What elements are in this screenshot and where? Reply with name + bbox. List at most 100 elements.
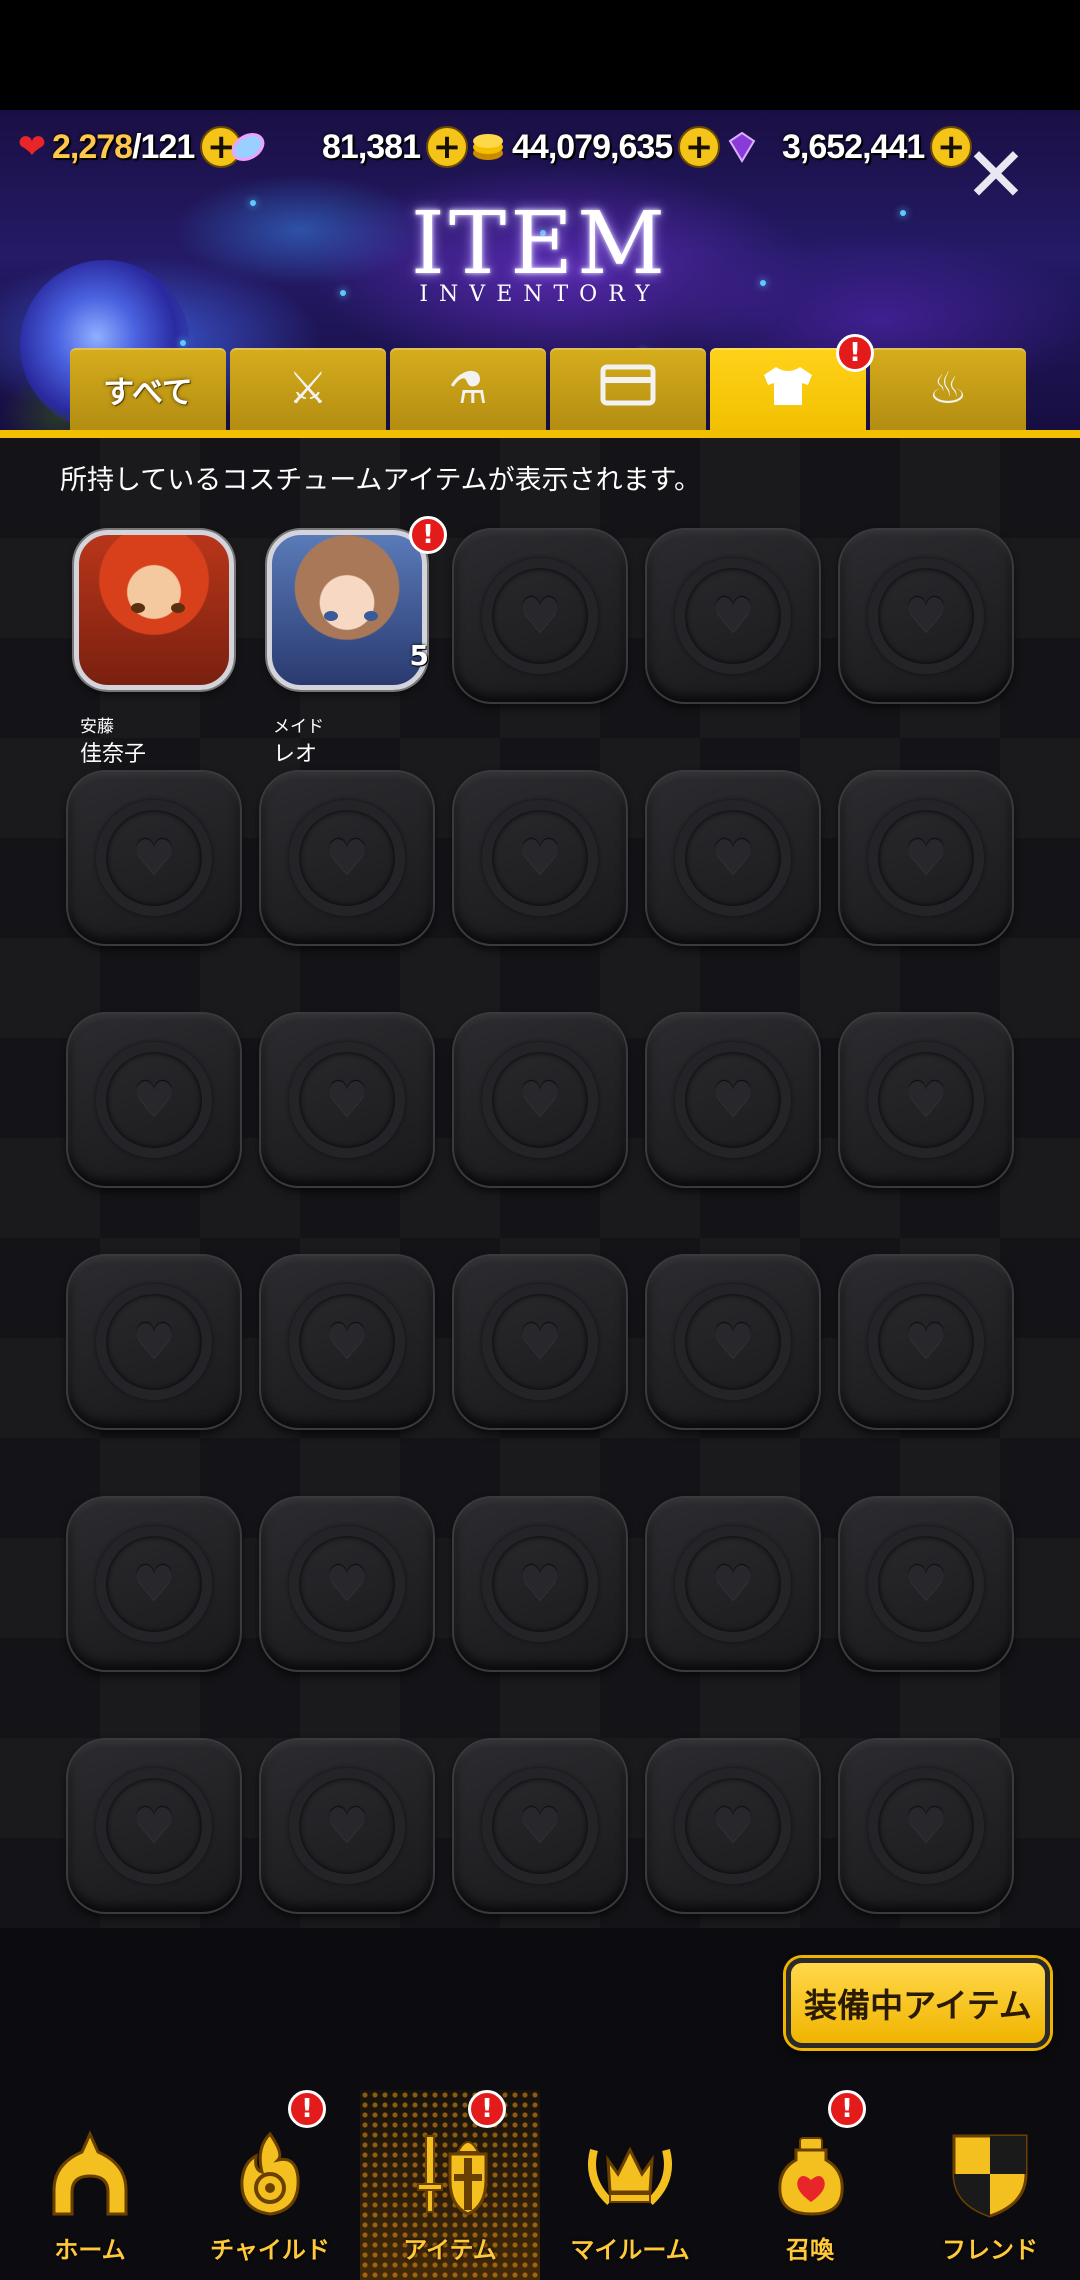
empty-slot-emblem: ♥ <box>96 1284 212 1400</box>
bottom-navigation: ホーム ! チャイルド ! アイテム マイルーム ! 召喚 フレンド <box>0 2090 1080 2280</box>
empty-slot-emblem: ♥ <box>675 1042 791 1158</box>
sparkle <box>760 280 766 286</box>
gold-value: 44,079,635 <box>512 127 673 166</box>
heart-emblem-icon: ♥ <box>132 1314 176 1370</box>
empty-slot-frame: ♥ <box>838 1012 1014 1188</box>
close-button[interactable]: ✕ <box>958 137 1034 216</box>
empty-slot-frame: ♥ <box>645 528 821 704</box>
nav-summon[interactable]: ! 召喚 <box>720 2090 900 2280</box>
heart-emblem-icon: ♥ <box>132 830 176 886</box>
empty-slot-frame: ♥ <box>66 1254 242 1430</box>
gold-counter: 44,079,635 + <box>468 124 721 170</box>
item-alert-badge: ! <box>409 516 447 554</box>
sparkle <box>180 340 186 346</box>
empty-slot-emblem: ♥ <box>289 1284 405 1400</box>
item-name-small: メイド <box>273 717 324 737</box>
heart-emblem-icon: ♥ <box>132 1798 176 1854</box>
add-crystal-button[interactable]: + <box>426 126 468 168</box>
empty-slot-frame: ♥ <box>452 528 628 704</box>
stamina-max: /121 <box>132 127 195 166</box>
item-slot-andou-kanako[interactable]: 安藤 佳奈子 <box>70 530 246 767</box>
nav-home[interactable]: ホーム <box>0 2090 180 2280</box>
tab-underline <box>0 430 1080 438</box>
empty-item-slot: ♥ <box>259 770 435 946</box>
empty-item-slot: ♥ <box>452 1254 628 1430</box>
gem-icon <box>722 127 762 167</box>
empty-item-slot: ♥ <box>645 1738 821 1914</box>
tab-consumables[interactable]: ⚗ <box>390 348 546 430</box>
empty-slot-emblem: ♥ <box>868 1042 984 1158</box>
empty-slot-frame: ♥ <box>66 770 242 946</box>
empty-slot-frame: ♥ <box>838 770 1014 946</box>
empty-slot-emblem: ♥ <box>482 1042 598 1158</box>
empty-item-slot: ♥ <box>66 770 242 946</box>
sword-shield-icon <box>402 2126 498 2222</box>
item-portrait <box>74 530 234 690</box>
heart-icon: ❤ <box>17 127 47 167</box>
heart-emblem-icon: ♥ <box>325 1556 369 1612</box>
potion-icon <box>762 2126 858 2222</box>
title-main: ITEM <box>410 194 670 294</box>
empty-slot-frame: ♥ <box>452 770 628 946</box>
nav-my-room-label: マイルーム <box>570 2236 690 2264</box>
empty-slot-frame: ♥ <box>645 770 821 946</box>
heart-emblem-icon: ♥ <box>325 1072 369 1128</box>
empty-slot-emblem: ♥ <box>675 1768 791 1884</box>
empty-slot-frame: ♥ <box>645 1738 821 1914</box>
heart-emblem-icon: ♥ <box>711 1798 755 1854</box>
empty-slot-frame: ♥ <box>259 770 435 946</box>
sparkle <box>250 200 256 206</box>
nav-child-alert-badge: ! <box>288 2090 326 2128</box>
empty-item-slot: ♥ <box>645 528 821 704</box>
home-icon <box>42 2126 138 2222</box>
empty-item-slot: ♥ <box>259 1012 435 1188</box>
status-bar-area <box>0 0 1080 110</box>
empty-item-slot: ♥ <box>259 1738 435 1914</box>
heart-emblem-icon: ♥ <box>325 830 369 886</box>
coin-icon <box>468 127 508 167</box>
empty-slot-emblem: ♥ <box>289 1768 405 1884</box>
heart-emblem-icon: ♥ <box>132 1556 176 1612</box>
nav-home-label: ホーム <box>54 2236 126 2264</box>
crown-icon <box>582 2126 678 2222</box>
tab-hot-spring[interactable]: ♨ <box>870 348 1026 430</box>
gem-value: 3,652,441 <box>782 127 925 166</box>
empty-slot-frame: ♥ <box>645 1496 821 1672</box>
stamina-counter: ❤ 2,278/121 + <box>12 124 243 170</box>
heart-emblem-icon: ♥ <box>518 1072 562 1128</box>
heart-emblem-icon: ♥ <box>711 1314 755 1370</box>
empty-slot-emblem: ♥ <box>675 1526 791 1642</box>
crystal-counter: 81,381 + <box>228 124 468 170</box>
equipped-items-button[interactable]: 装備中アイテム <box>786 1958 1050 2048</box>
empty-slot-emblem: ♥ <box>868 1526 984 1642</box>
empty-slot-frame: ♥ <box>452 1012 628 1188</box>
heart-emblem-icon: ♥ <box>518 1314 562 1370</box>
empty-slot-emblem: ♥ <box>96 1526 212 1642</box>
empty-item-slot: ♥ <box>452 1738 628 1914</box>
heart-emblem-icon: ♥ <box>325 1798 369 1854</box>
tab-cards[interactable] <box>550 348 706 430</box>
add-gold-button[interactable]: + <box>678 126 721 168</box>
empty-item-slot: ♥ <box>66 1254 242 1430</box>
tab-costume[interactable]: ! <box>710 334 874 430</box>
nav-friend[interactable]: フレンド <box>900 2090 1080 2280</box>
empty-slot-frame: ♥ <box>452 1254 628 1430</box>
heart-emblem-icon: ♥ <box>711 1556 755 1612</box>
empty-slot-frame: ♥ <box>645 1012 821 1188</box>
nav-my-room[interactable]: マイルーム <box>540 2090 720 2280</box>
heart-emblem-icon: ♥ <box>518 1556 562 1612</box>
tab-all[interactable]: すべて <box>70 348 226 430</box>
nav-item[interactable]: ! アイテム <box>360 2090 540 2280</box>
card-icon <box>600 363 656 415</box>
empty-slot-emblem: ♥ <box>868 800 984 916</box>
empty-slot-emblem: ♥ <box>868 558 984 674</box>
crystal-value: 81,381 <box>322 127 421 166</box>
item-slot-maid-leo[interactable]: 5 ! メイド レオ <box>263 516 447 767</box>
tab-equipment[interactable]: ⚔ <box>230 348 386 430</box>
nav-child[interactable]: ! チャイルド <box>180 2090 360 2280</box>
empty-slot-frame: ♥ <box>66 1496 242 1672</box>
shield-icon <box>942 2126 1038 2222</box>
empty-slot-emblem: ♥ <box>289 1526 405 1642</box>
empty-slot-frame: ♥ <box>838 1738 1014 1914</box>
empty-slot-frame: ♥ <box>66 1012 242 1188</box>
